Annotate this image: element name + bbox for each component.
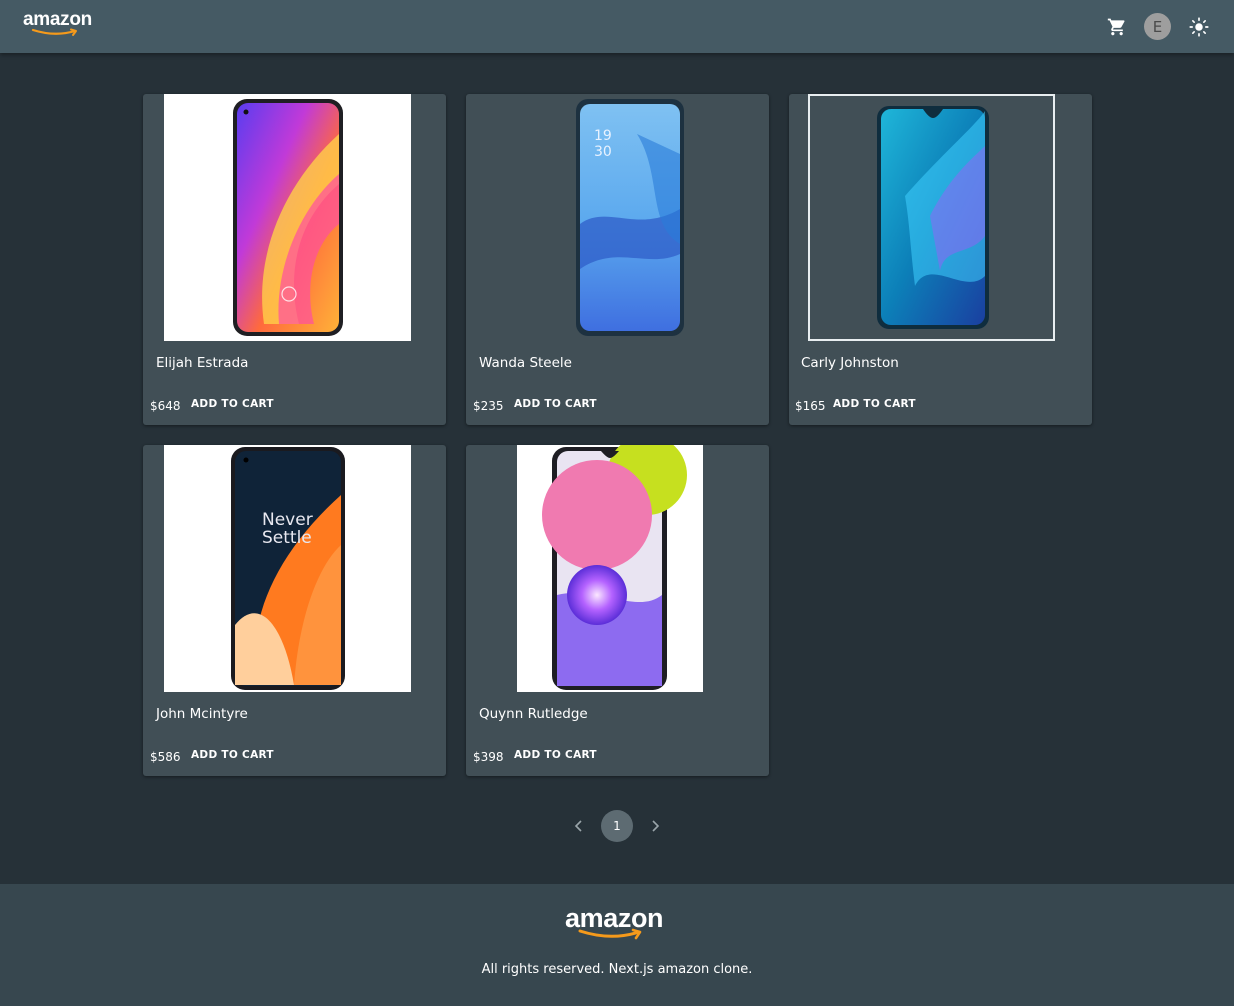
footer-copyright: All rights reserved. Next.js amazon clon… <box>481 962 753 977</box>
product-image[interactable]: 19 30 <box>487 94 734 341</box>
product-price: $648 <box>150 399 181 413</box>
product-name[interactable]: John Mcintyre <box>156 706 248 722</box>
add-to-cart-button[interactable]: ADD TO CART <box>191 749 274 761</box>
phone-image-icon <box>877 106 989 329</box>
add-to-cart-button[interactable]: ADD TO CART <box>191 398 274 410</box>
svg-text:30: 30 <box>594 144 612 160</box>
product-name[interactable]: Elijah Estrada <box>156 355 248 371</box>
svg-text:19: 19 <box>594 128 612 144</box>
top-app-bar: amazon E <box>0 0 1234 53</box>
product-card[interactable]: Elijah Estrada $648 ADD TO CART <box>143 94 446 425</box>
pagination-page-button[interactable]: 1 <box>601 810 633 842</box>
logo-smile-icon <box>31 28 77 36</box>
screen-text-1: Never <box>262 510 313 530</box>
amazon-logo[interactable]: amazon <box>23 9 95 39</box>
product-image[interactable] <box>164 94 411 341</box>
pagination-next-button[interactable] <box>647 817 663 835</box>
product-price: $235 <box>473 399 504 413</box>
product-image[interactable] <box>808 94 1055 341</box>
product-price: $165 <box>795 399 826 413</box>
sun-icon <box>1189 17 1209 37</box>
add-to-cart-button[interactable]: ADD TO CART <box>514 749 597 761</box>
product-card[interactable]: Carly Johnston $165 ADD TO CART <box>789 94 1092 425</box>
footer-logo-smile-icon <box>578 928 642 940</box>
product-card[interactable]: Quynn Rutledge $398 ADD TO CART <box>466 445 769 776</box>
cart-button[interactable] <box>1104 14 1130 40</box>
theme-toggle-button[interactable] <box>1186 14 1212 40</box>
chevron-left-icon <box>574 820 582 832</box>
product-image[interactable]: Never Settle <box>164 445 411 692</box>
phone-image-icon: 19 30 <box>576 99 684 336</box>
add-to-cart-button[interactable]: ADD TO CART <box>833 398 916 410</box>
add-to-cart-button[interactable]: ADD TO CART <box>514 398 597 410</box>
product-name[interactable]: Wanda Steele <box>479 355 572 371</box>
product-price: $586 <box>150 750 181 764</box>
shopping-cart-icon <box>1107 18 1125 36</box>
product-card[interactable]: Never Settle John Mcintyre $586 ADD TO C… <box>143 445 446 776</box>
pagination-prev-button[interactable] <box>571 817 587 835</box>
phone-image-icon: Never Settle <box>231 447 345 690</box>
product-name[interactable]: Carly Johnston <box>801 355 899 371</box>
user-avatar[interactable]: E <box>1144 13 1171 40</box>
product-name[interactable]: Quynn Rutledge <box>479 706 588 722</box>
product-image[interactable] <box>517 445 703 692</box>
screen-text-2: Settle <box>262 528 312 548</box>
phone-image-icon <box>542 445 687 690</box>
footer-amazon-logo: amazon <box>565 903 671 943</box>
phone-image-icon <box>233 99 343 336</box>
chevron-right-icon <box>652 820 660 832</box>
product-price: $398 <box>473 750 504 764</box>
product-card[interactable]: 19 30 Wanda Steele $235 ADD TO CART <box>466 94 769 425</box>
